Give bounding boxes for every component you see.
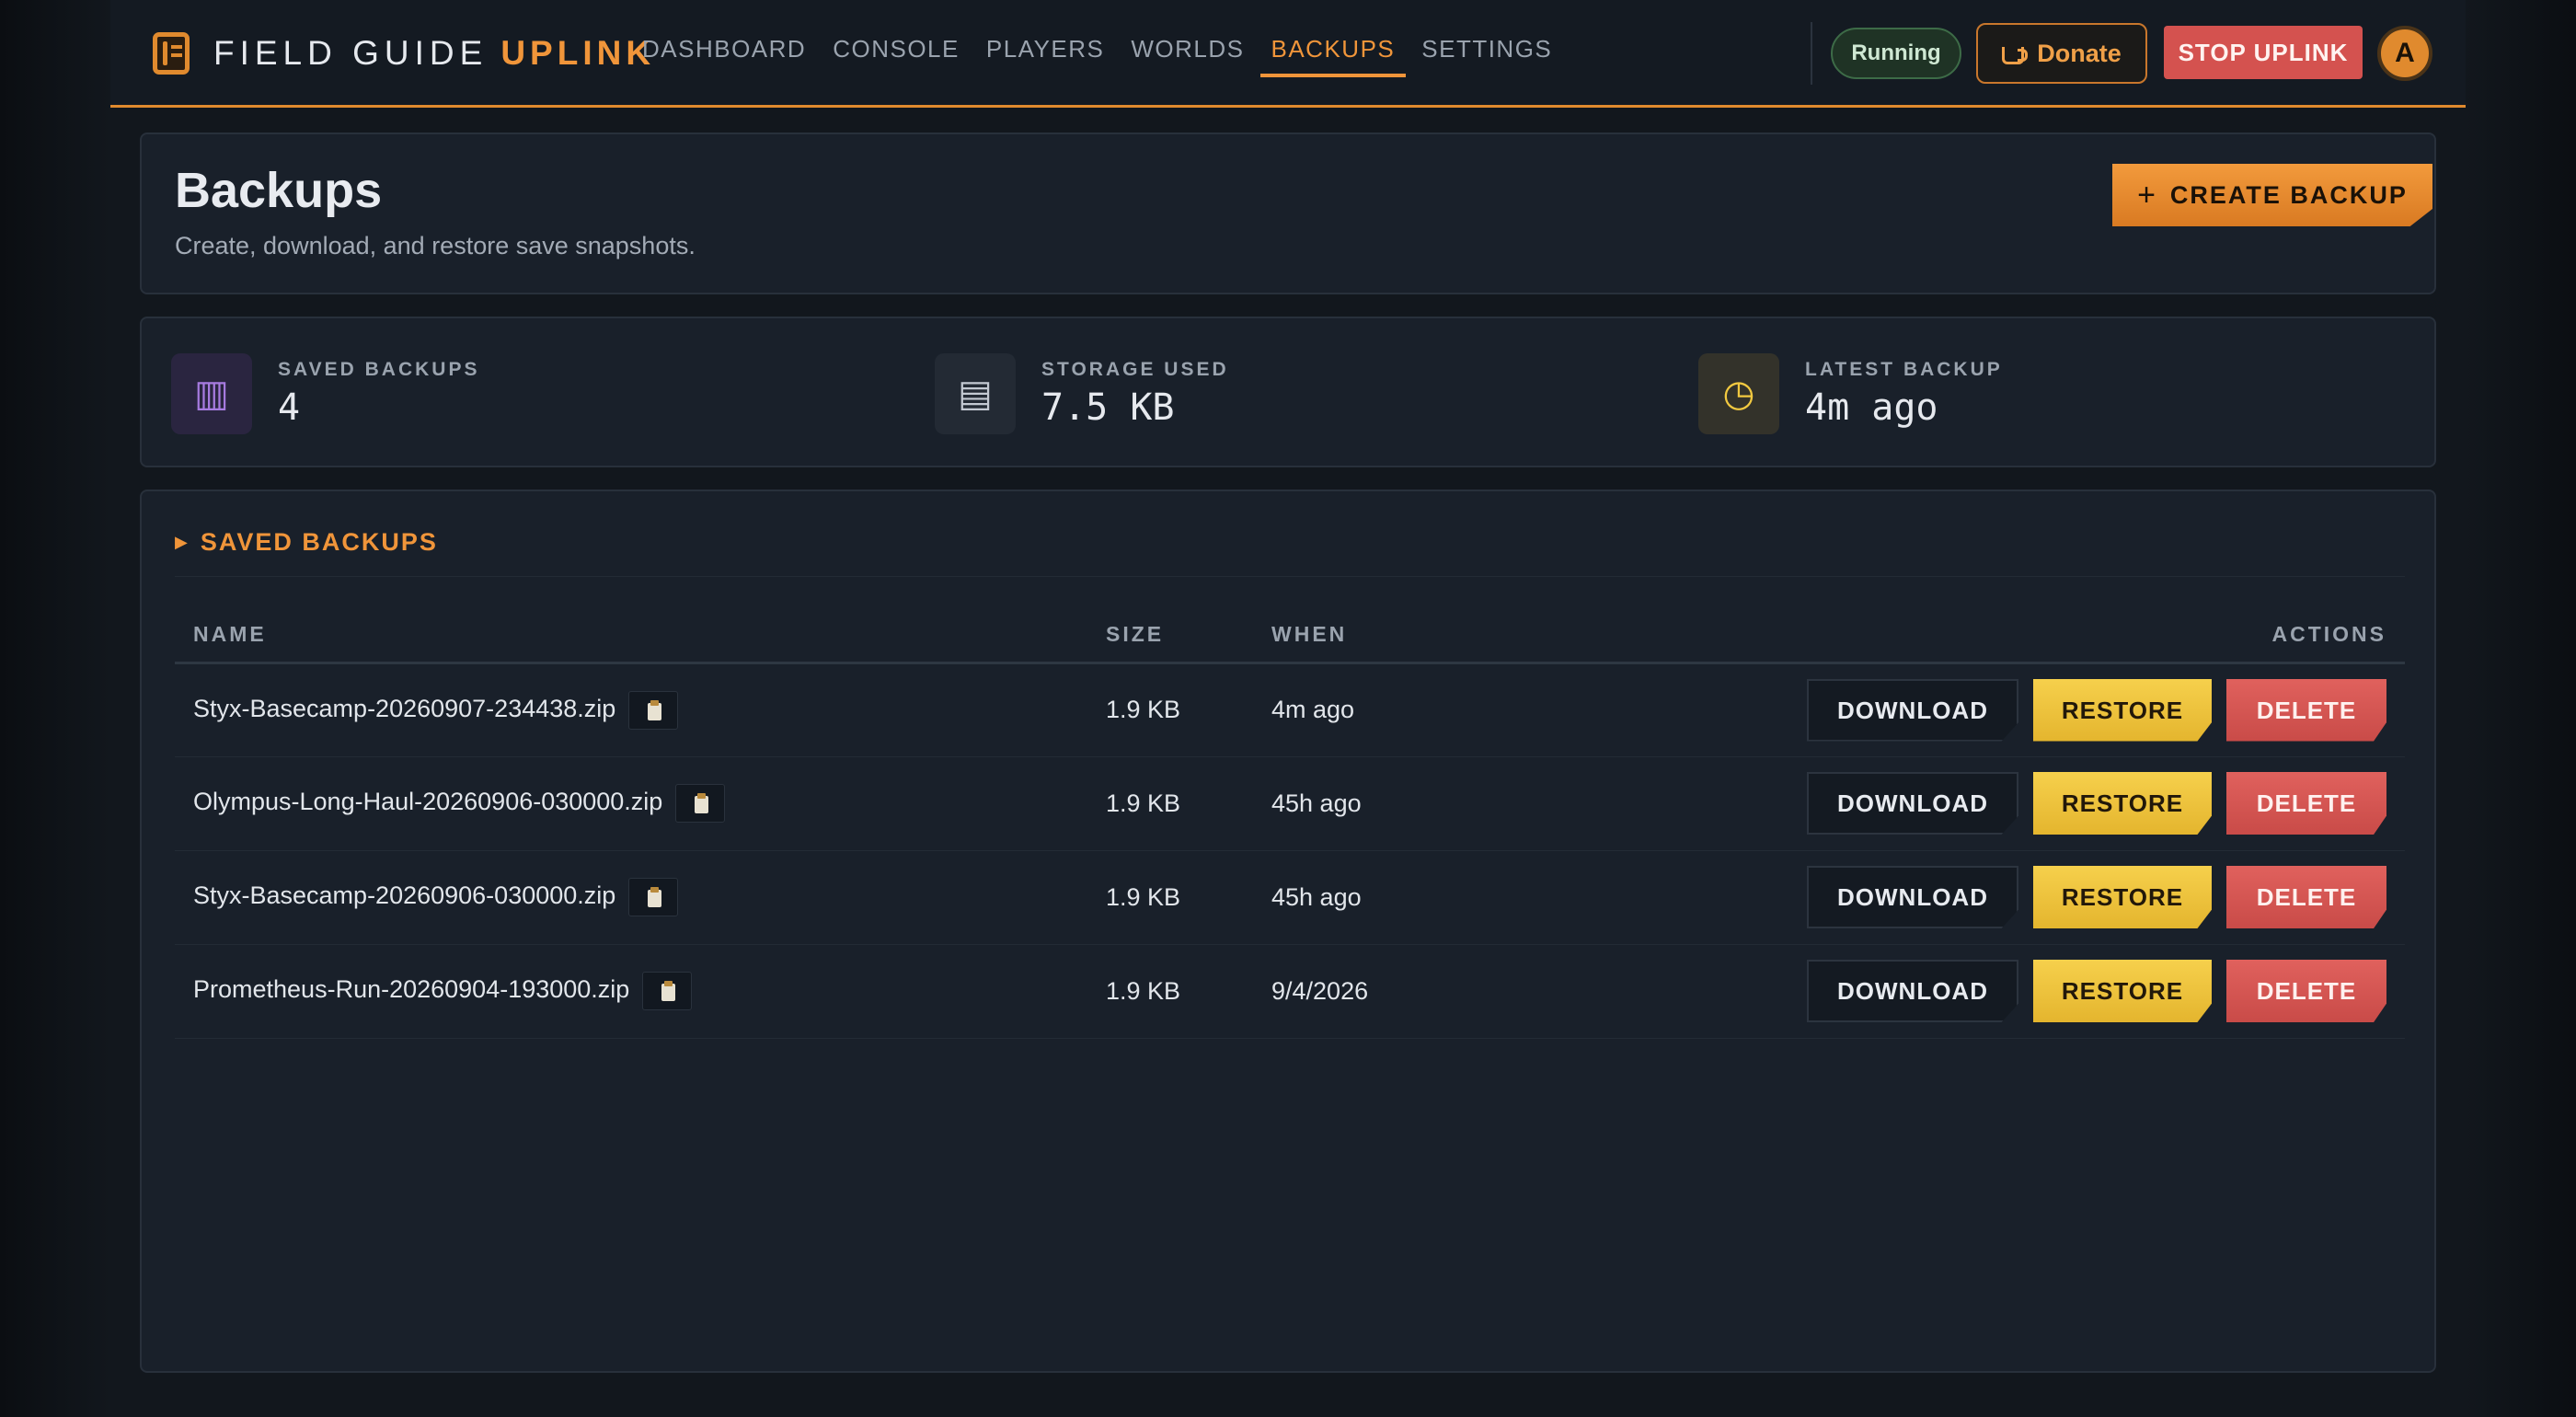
restore-button[interactable]: RESTORE (2033, 772, 2212, 835)
download-button[interactable]: DOWNLOAD (1807, 678, 2018, 742)
create-backup-label: CREATE BACKUP (2169, 180, 2408, 209)
stat-label: LATEST BACKUP (1805, 359, 2003, 380)
backup-name-cell: Olympus-Long-Haul-20260906-030000.zip (175, 756, 1087, 851)
copy-clipboard-icon[interactable] (675, 784, 726, 823)
stop-uplink-button[interactable]: STOP UPLINK (2164, 26, 2363, 79)
storage-icon: ▤ (935, 353, 1016, 434)
main-nav: DASHBOARD CONSOLE PLAYERS WORLDS BACKUPS… (631, 26, 1568, 77)
donate-button[interactable]: Donate (1976, 23, 2147, 84)
section-divider (175, 576, 2405, 577)
topbar-divider (1811, 22, 1812, 85)
plus-icon: + (2137, 177, 2157, 213)
backup-filename: Styx-Basecamp-20260907-234438.zip (193, 694, 616, 722)
restore-button[interactable]: RESTORE (2033, 866, 2212, 928)
coffee-cup-icon (2002, 43, 2029, 64)
column-header-actions: ACTIONS (1621, 607, 2405, 664)
page-title: Backups (175, 163, 383, 218)
page-header: Backups Create, download, and restore sa… (140, 132, 2436, 294)
backup-size: 1.9 KB (1087, 756, 1253, 851)
table-row: Prometheus-Run-20260904-193000.zip 1.9 K… (175, 944, 2405, 1039)
nav-backups[interactable]: BACKUPS (1259, 26, 1407, 77)
book-icon (153, 32, 190, 75)
download-button[interactable]: DOWNLOAD (1807, 866, 2018, 928)
stat-label: SAVED BACKUPS (278, 359, 480, 380)
table-header-row: NAME SIZE WHEN ACTIONS (175, 607, 2405, 664)
row-actions: DOWNLOAD RESTORE DELETE (1621, 662, 2405, 757)
backup-when: 9/4/2026 (1253, 944, 1621, 1039)
copy-clipboard-icon[interactable] (628, 878, 679, 916)
restore-button[interactable]: RESTORE (2033, 960, 2212, 1022)
column-header-size: SIZE (1087, 607, 1253, 664)
restore-button[interactable]: RESTORE (2033, 678, 2212, 742)
table-row: Olympus-Long-Haul-20260906-030000.zip 1.… (175, 756, 2405, 851)
backup-size: 1.9 KB (1087, 850, 1253, 945)
table-row: Styx-Basecamp-20260906-030000.zip 1.9 KB… (175, 850, 2405, 945)
row-actions: DOWNLOAD RESTORE DELETE (1621, 850, 2405, 945)
stat-value: 4m ago (1805, 386, 1938, 429)
stat-value: 7.5 KB (1041, 386, 1175, 429)
backups-table: NAME SIZE WHEN ACTIONS Styx-Basecamp-202… (175, 607, 2405, 1039)
nav-dashboard[interactable]: DASHBOARD (631, 26, 817, 77)
section-header[interactable]: ▶ SAVED BACKUPS (175, 528, 438, 557)
app-root: FIELD GUIDE UPLINK DASHBOARD CONSOLE PLAY… (110, 0, 2466, 1417)
delete-button[interactable]: DELETE (2226, 678, 2386, 742)
download-button[interactable]: DOWNLOAD (1807, 772, 2018, 835)
brand-name: FIELD GUIDE UPLINK (213, 34, 656, 72)
top-bar: FIELD GUIDE UPLINK DASHBOARD CONSOLE PLAY… (110, 0, 2466, 108)
page-subtitle: Create, download, and restore save snaps… (175, 232, 696, 259)
column-header-name: NAME (175, 607, 1087, 664)
backup-filename: Olympus-Long-Haul-20260906-030000.zip (193, 788, 663, 816)
copy-clipboard-icon[interactable] (642, 972, 693, 1010)
backup-size: 1.9 KB (1087, 944, 1253, 1039)
create-backup-button[interactable]: + CREATE BACKUP (2112, 164, 2432, 226)
row-actions: DOWNLOAD RESTORE DELETE (1621, 756, 2405, 851)
avatar[interactable]: A (2377, 26, 2432, 81)
saved-backups-panel: ▶ SAVED BACKUPS NAME SIZE WHEN ACTIONS S… (140, 490, 2436, 1373)
table-row: Styx-Basecamp-20260907-234438.zip 1.9 KB… (175, 662, 2405, 757)
donate-label: Donate (2037, 39, 2122, 67)
server-status-badge: Running (1831, 28, 1961, 79)
backup-filename: Prometheus-Run-20260904-193000.zip (193, 975, 630, 1004)
nav-console[interactable]: CONSOLE (822, 26, 971, 77)
column-header-when: WHEN (1253, 607, 1621, 664)
backup-name-cell: Styx-Basecamp-20260906-030000.zip (175, 850, 1087, 945)
backup-size: 1.9 KB (1087, 662, 1253, 757)
nav-worlds[interactable]: WORLDS (1120, 26, 1255, 77)
stat-label: STORAGE USED (1041, 359, 1229, 380)
backup-name-cell: Prometheus-Run-20260904-193000.zip (175, 944, 1087, 1039)
backup-when: 4m ago (1253, 662, 1621, 757)
backup-name-cell: Styx-Basecamp-20260907-234438.zip (175, 662, 1087, 757)
copy-clipboard-icon[interactable] (628, 690, 679, 730)
delete-button[interactable]: DELETE (2226, 960, 2386, 1022)
nav-players[interactable]: PLAYERS (975, 26, 1116, 77)
triangle-right-icon: ▶ (175, 533, 188, 551)
stat-value: 4 (278, 386, 301, 429)
download-button[interactable]: DOWNLOAD (1807, 960, 2018, 1022)
delete-button[interactable]: DELETE (2226, 772, 2386, 835)
stats-bar: ▥ SAVED BACKUPS 4 ▤ STORAGE USED 7.5 KB … (140, 317, 2436, 467)
archive-icon: ▥ (171, 353, 252, 434)
section-title: SAVED BACKUPS (200, 528, 438, 556)
backup-filename: Styx-Basecamp-20260906-030000.zip (193, 881, 616, 910)
clock-icon: ◷ (1698, 353, 1779, 434)
delete-button[interactable]: DELETE (2226, 866, 2386, 928)
backup-when: 45h ago (1253, 850, 1621, 945)
backup-when: 45h ago (1253, 756, 1621, 851)
nav-settings[interactable]: SETTINGS (1410, 26, 1563, 77)
brand[interactable]: FIELD GUIDE UPLINK (153, 28, 655, 79)
row-actions: DOWNLOAD RESTORE DELETE (1621, 944, 2405, 1039)
